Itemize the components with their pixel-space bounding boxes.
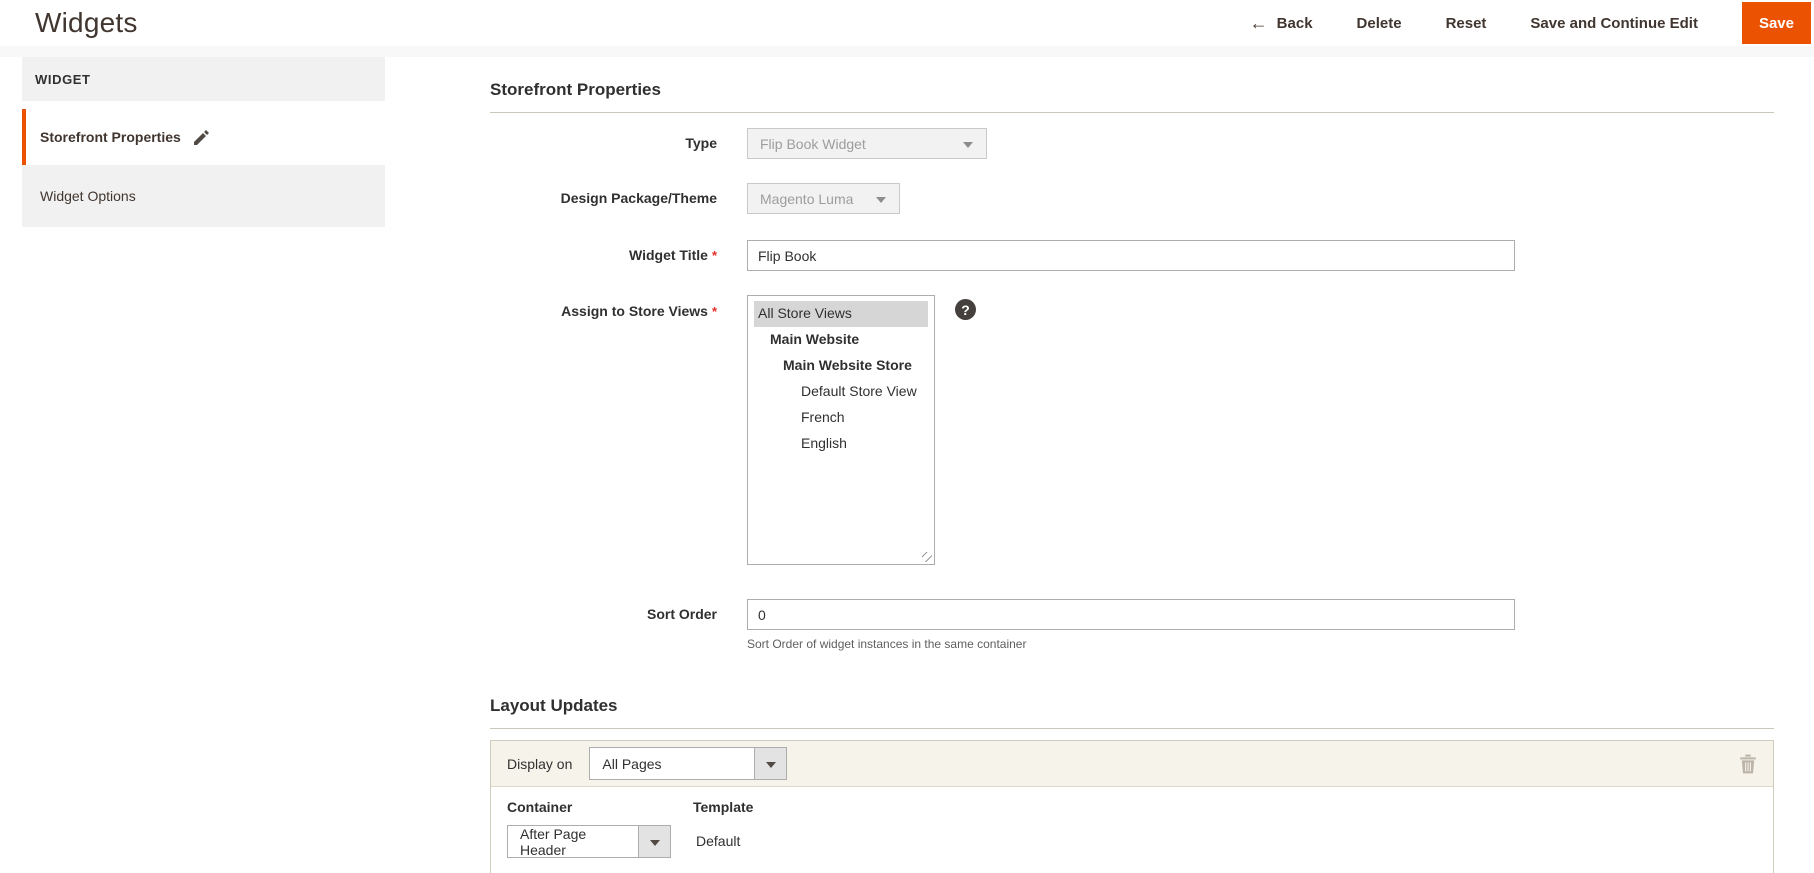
sort-order-field-wrap xyxy=(747,599,1515,630)
store-views-label-text: Assign to Store Views xyxy=(561,303,708,319)
type-select: Flip Book Widget xyxy=(747,128,987,159)
sidebar-item-label: Storefront Properties xyxy=(40,129,181,145)
theme-select-value: Magento Luma xyxy=(760,190,854,207)
container-select-value: After Page Header xyxy=(520,825,587,858)
store-view-option-all[interactable]: All Store Views xyxy=(754,301,928,327)
sidebar-section-title: WIDGET xyxy=(22,57,385,101)
template-label: Template xyxy=(693,799,754,815)
main-content: Storefront Properties Type Flip Book Wid… xyxy=(490,0,1774,873)
display-on-select-value: All Pages xyxy=(602,755,662,772)
layout-update-card: Display on All Pages Container Template … xyxy=(490,740,1774,873)
chevron-down-icon xyxy=(963,142,973,148)
chevron-down-icon xyxy=(638,826,670,857)
layout-update-body: Container Template After Page Header Def… xyxy=(491,787,1773,873)
type-select-value: Flip Book Widget xyxy=(760,135,866,152)
required-marker: * xyxy=(711,248,717,263)
sidebar-item-label: Widget Options xyxy=(40,188,136,204)
sort-order-label: Sort Order xyxy=(646,606,717,622)
display-on-label: Display on xyxy=(507,755,573,772)
help-icon[interactable]: ? xyxy=(955,299,976,320)
layout-updates-section-title: Layout Updates xyxy=(490,696,1774,729)
theme-select: Magento Luma xyxy=(747,183,900,214)
chevron-down-icon xyxy=(876,197,886,203)
widgets-edit-page: Widgets ← Back Delete Reset Save and Con… xyxy=(0,0,1814,873)
display-on-select[interactable]: All Pages xyxy=(589,747,788,780)
container-select[interactable]: After Page Header xyxy=(507,825,671,858)
widget-title-input[interactable] xyxy=(747,240,1515,271)
delete-layout-update-button[interactable] xyxy=(1739,754,1757,774)
sort-order-note: Sort Order of widget instances in the sa… xyxy=(747,637,1027,651)
storefront-properties-section-title: Storefront Properties xyxy=(490,80,1774,113)
chevron-down-icon xyxy=(754,748,787,779)
container-label: Container xyxy=(507,799,573,815)
widget-title-label: Widget Title * xyxy=(490,247,717,264)
template-value: Default xyxy=(696,833,741,849)
required-marker: * xyxy=(711,304,717,319)
theme-label: Design Package/Theme xyxy=(560,190,717,206)
store-view-option-main-website-store[interactable]: Main Website Store xyxy=(754,353,928,379)
store-view-option-main-website[interactable]: Main Website xyxy=(754,327,928,353)
store-views-label: Assign to Store Views * xyxy=(490,303,717,320)
widget-title-field-wrap xyxy=(747,240,1515,271)
store-view-option-french[interactable]: French xyxy=(754,405,928,431)
layout-update-header: Display on All Pages xyxy=(491,741,1773,787)
sort-order-input[interactable] xyxy=(747,599,1515,630)
store-views-multiselect[interactable]: All Store Views Main Website Main Websit… xyxy=(747,295,935,565)
store-view-option-default-store-view[interactable]: Default Store View xyxy=(754,379,928,405)
widget-title-label-text: Widget Title xyxy=(628,247,708,263)
type-label: Type xyxy=(685,135,717,151)
sidebar-item-storefront-properties[interactable]: Storefront Properties xyxy=(22,109,385,165)
edit-pencil-icon xyxy=(193,129,209,145)
store-view-option-english[interactable]: English xyxy=(754,431,928,457)
sidebar-item-widget-options[interactable]: Widget Options xyxy=(22,165,385,227)
widget-sidebar: WIDGET Storefront Properties Widget Opti… xyxy=(22,57,385,227)
page-title: Widgets xyxy=(35,7,138,38)
sidebar-divider xyxy=(22,101,385,109)
